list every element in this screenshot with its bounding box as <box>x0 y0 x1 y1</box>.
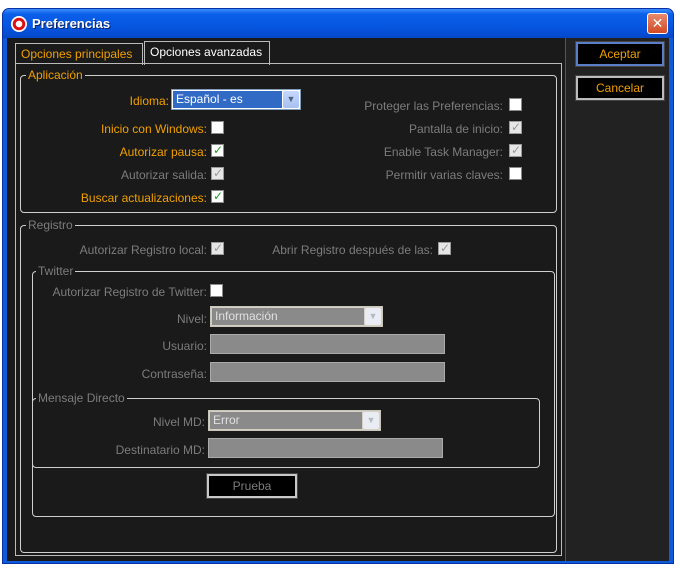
password-label: Contraseña: <box>141 367 207 381</box>
dm-recipient-input <box>208 438 443 458</box>
tab-advanced-options[interactable]: Opciones avanzadas <box>144 41 270 65</box>
title-bar: Preferencias ✕ <box>3 9 673 38</box>
allow-exit-label: Autorizar salida: <box>120 168 207 182</box>
checkmark-icon: ✓ <box>213 143 224 157</box>
language-select-value: Español - es <box>173 91 282 108</box>
user-label: Usuario: <box>162 339 207 353</box>
protect-preferences-label: Proteger las Preferencias: <box>364 99 503 113</box>
twitter-level-value: Información <box>212 308 364 325</box>
preferences-window: Preferencias ✕ Opciones principales Opci… <box>2 8 674 564</box>
checkmark-icon: ✓ <box>511 143 522 157</box>
allow-local-log-label: Autorizar Registro local: <box>79 243 207 257</box>
application-group: Aplicación Idioma: Español - es ▼ Inicio… <box>20 68 557 213</box>
enable-task-manager-checkbox: ✓ <box>509 143 522 157</box>
dialog-body: Opciones principales Opciones avanzadas … <box>7 38 669 561</box>
start-with-windows-label: Inicio con Windows: <box>100 122 207 136</box>
dm-level-value: Error <box>210 412 362 429</box>
allow-twitter-log-checkbox[interactable] <box>210 284 223 297</box>
checkmark-icon: ✓ <box>213 189 224 203</box>
tab-main-options[interactable]: Opciones principales <box>15 43 143 65</box>
direct-message-group: Mensaje Directo Nivel MD: Error ▼ Destin… <box>32 391 540 468</box>
chevron-down-icon: ▼ <box>363 412 379 429</box>
splash-screen-checkbox: ✓ <box>509 120 522 134</box>
twitter-legend: Twitter <box>36 264 76 278</box>
allow-pause-checkbox[interactable]: ✓ <box>211 143 224 157</box>
enable-task-manager-label: Enable Task Manager: <box>383 145 503 159</box>
splash-screen-label: Pantalla de inicio: <box>408 122 503 136</box>
allow-multiple-keys-label: Permitir varias claves: <box>385 168 503 182</box>
start-with-windows-checkbox[interactable] <box>211 121 224 134</box>
direct-message-legend: Mensaje Directo <box>36 391 127 405</box>
dm-level-label: Nivel MD: <box>152 415 205 429</box>
checkmark-icon: ✓ <box>440 241 451 255</box>
close-button[interactable]: ✕ <box>647 13 668 34</box>
chevron-down-icon[interactable]: ▼ <box>283 91 299 108</box>
window-title: Preferencias <box>32 16 111 31</box>
check-updates-label: Buscar actualizaciones: <box>80 191 207 205</box>
twitter-level-label: Nivel: <box>176 312 207 326</box>
allow-local-log-checkbox: ✓ <box>211 241 224 255</box>
checkmark-icon: ✓ <box>511 120 522 134</box>
app-logo-icon <box>11 16 27 32</box>
user-input <box>210 334 445 354</box>
check-updates-checkbox[interactable]: ✓ <box>211 189 224 203</box>
language-label: Idioma: <box>129 94 169 108</box>
chevron-down-icon: ▼ <box>365 308 381 325</box>
open-log-after-checkbox: ✓ <box>438 241 451 255</box>
checkmark-icon: ✓ <box>213 166 224 180</box>
test-button: Prueba <box>206 473 298 499</box>
checkmark-icon: ✓ <box>213 241 224 255</box>
dm-recipient-label: Destinatario MD: <box>115 443 205 457</box>
allow-pause-label: Autorizar pausa: <box>119 145 207 159</box>
advanced-options-page: Aplicación Idioma: Español - es ▼ Inicio… <box>15 63 562 556</box>
application-legend: Aplicación <box>26 68 85 82</box>
allow-twitter-log-label: Autorizar Registro de Twitter: <box>52 285 207 299</box>
accept-button[interactable]: Aceptar <box>575 41 665 67</box>
action-panel: Aceptar Cancelar <box>565 38 669 561</box>
password-input <box>210 362 445 382</box>
language-select[interactable]: Español - es ▼ <box>171 89 301 110</box>
allow-multiple-keys-checkbox[interactable] <box>509 167 522 180</box>
open-log-after-label: Abrir Registro después de las: <box>272 243 433 257</box>
cancel-button[interactable]: Cancelar <box>575 75 665 101</box>
log-group: Registro Autorizar Registro local: ✓ Abr… <box>20 218 557 553</box>
twitter-level-select: Información ▼ <box>210 306 383 327</box>
protect-preferences-checkbox[interactable] <box>509 98 522 111</box>
dm-level-select: Error ▼ <box>208 410 381 431</box>
log-legend: Registro <box>26 218 75 232</box>
allow-exit-checkbox: ✓ <box>211 166 224 180</box>
